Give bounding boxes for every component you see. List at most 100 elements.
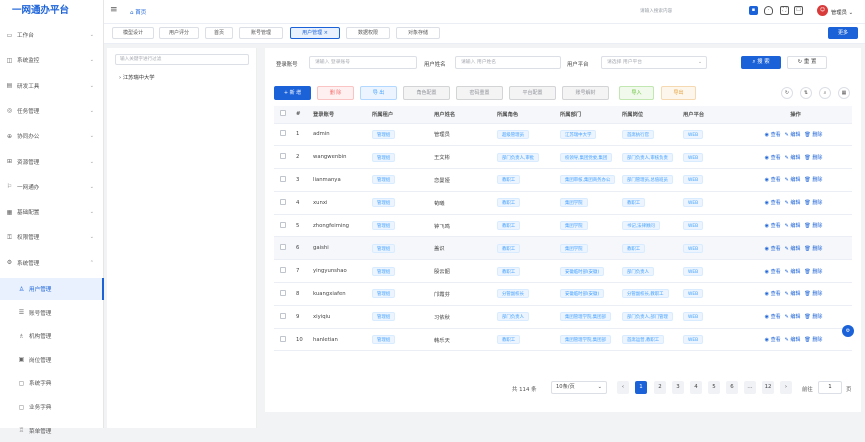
edit-button[interactable]: ✎ 编辑: [785, 177, 801, 183]
sidebar-item-2[interactable]: ▤ 研发工具 ⌄: [0, 75, 104, 97]
sidebar-subitem-6[interactable]: ♖ 菜单管理: [0, 420, 104, 442]
next-page-button[interactable]: ›: [780, 381, 792, 394]
table-row[interactable]: 6 gaishi 管理组 盖识 教职工 集团学院 教职工 WEB ◉ 查看 ✎ 编辑 🗑 删除: [274, 236, 852, 261]
view-button[interactable]: ◉ 查看: [765, 246, 781, 252]
page-6[interactable]: 6: [726, 381, 738, 394]
table-row[interactable]: 7 yingyunshao 管理组 殷云韶 教职工 安徽临时部(安徽) 部门负责人 WEB ◉ …: [274, 259, 852, 284]
tab-home[interactable]: 首页: [205, 27, 233, 39]
sidebar-item-1[interactable]: ◫ 系统监控 ⌄: [0, 49, 104, 71]
view-button[interactable]: ◉ 查看: [765, 155, 781, 161]
menu-toggle-icon[interactable]: ≡: [110, 5, 118, 15]
sidebar-item-9[interactable]: ⚙ 系统管理 ⌃: [0, 252, 104, 274]
sidebar-subitem-5[interactable]: ▢ 业务字典: [0, 396, 104, 418]
view-button[interactable]: ◉ 查看: [765, 269, 781, 275]
sidebar-subitem-3[interactable]: ▣ 岗位管理: [0, 349, 104, 371]
delete-row-button[interactable]: 🗑 删除: [804, 200, 822, 206]
search-button[interactable]: ⌕ 搜 索: [741, 56, 781, 69]
delete-row-button[interactable]: 🗑 删除: [804, 177, 822, 183]
view-button[interactable]: ◉ 查看: [765, 200, 781, 206]
edit-button[interactable]: ✎ 编辑: [785, 132, 801, 138]
tree-node-root[interactable]: › 江苏瑞中大学: [119, 73, 155, 81]
fullscreen-icon[interactable]: ⛶: [780, 6, 789, 15]
refresh-icon[interactable]: ↻: [781, 87, 793, 99]
settings-float-icon[interactable]: ⚙: [842, 325, 854, 337]
table-row[interactable]: 3 lianmanya 管理组 恋曼娅 教职工 集团审核,集团商务办公 部门管理员,总值班员…: [274, 168, 852, 192]
table-row[interactable]: 4 xunxi 管理组 荀曦 教职工 集团学院 教职工 WEB ◉ 查看 ✎ 编辑 🗑 删除: [274, 191, 852, 215]
tab-data-permission[interactable]: 数据权限: [346, 27, 390, 39]
row-checkbox[interactable]: [274, 305, 296, 329]
sidebar-item-5[interactable]: ⊞ 资源管理 ⌄: [0, 151, 104, 173]
tab-object-storage[interactable]: 对象存储: [396, 27, 440, 39]
page-3[interactable]: 3: [672, 381, 684, 394]
sidebar-subitem-0[interactable]: ♙ 用户管理: [0, 278, 104, 300]
delete-row-button[interactable]: 🗑 删除: [804, 246, 822, 252]
breadcrumb-home[interactable]: ⌂ 首页: [130, 8, 146, 16]
goto-page-input[interactable]: 1: [818, 381, 842, 394]
delete-row-button[interactable]: 🗑 删除: [804, 155, 822, 161]
view-button[interactable]: ◉ 查看: [765, 177, 781, 183]
platform-config-button[interactable]: 平台配置: [509, 86, 556, 100]
view-button[interactable]: ◉ 查看: [765, 223, 781, 229]
avatar[interactable]: ☺: [817, 5, 828, 16]
table-row[interactable]: 9 xiyiqiu 管理组 习依秋 部门负责人 集团管理学院,集团部 部门负责人,部门管理 W…: [274, 305, 852, 329]
sidebar-subitem-2[interactable]: ♗ 机构管理: [0, 325, 104, 347]
page-size-select[interactable]: 10条/页 ⌄: [551, 381, 607, 394]
row-checkbox[interactable]: [274, 259, 296, 284]
view-button[interactable]: ◉ 查看: [765, 337, 781, 343]
columns-icon[interactable]: ⇅: [800, 87, 812, 99]
message-icon[interactable]: ☐: [794, 6, 803, 15]
row-checkbox[interactable]: [274, 191, 296, 215]
select-all-checkbox[interactable]: [274, 106, 296, 124]
sidebar-item-8[interactable]: ⚿ 权限管理 ⌄: [0, 226, 104, 248]
page-5[interactable]: 5: [708, 381, 720, 394]
name-filter-input[interactable]: 请输入 用户姓名: [455, 56, 561, 69]
delete-row-button[interactable]: 🗑 删除: [804, 223, 822, 229]
tab-user-management[interactable]: 用户管理 ×: [290, 27, 340, 39]
prev-page-button[interactable]: ‹: [617, 381, 629, 394]
table-row[interactable]: 5 zhongfeiming 管理组 钟飞鸣 教职工 集团学院 书记,法律顾问 WEB ◉ 查看…: [274, 214, 852, 238]
table-row[interactable]: 1 admin 管理组 管理员 超级管理员 江苏瑞中大学 首席执行官 WEB ◉ 查看 ✎ 编辑 🗑…: [274, 123, 852, 147]
grid-icon[interactable]: ▦: [838, 87, 850, 99]
row-checkbox[interactable]: [274, 123, 296, 147]
row-checkbox[interactable]: [274, 145, 296, 170]
view-button[interactable]: ◉ 查看: [765, 291, 781, 297]
add-button[interactable]: + 新 增: [274, 86, 311, 100]
edit-button[interactable]: ✎ 编辑: [785, 314, 801, 320]
view-button[interactable]: ◉ 查看: [765, 132, 781, 138]
more-tabs-button[interactable]: 更多: [828, 27, 858, 39]
tab-account-management[interactable]: 账号管理: [239, 27, 283, 39]
sidebar-subitem-4[interactable]: ▢ 系统字典: [0, 372, 104, 394]
page-ellipsis[interactable]: …: [744, 381, 756, 394]
delete-row-button[interactable]: 🗑 删除: [804, 291, 822, 297]
edit-button[interactable]: ✎ 编辑: [785, 337, 801, 343]
export-button[interactable]: 导 出: [360, 86, 397, 100]
delete-row-button[interactable]: 🗑 删除: [804, 337, 822, 343]
search-toggle-icon[interactable]: ⌕: [819, 87, 831, 99]
sidebar-subitem-1[interactable]: ☰ 账号管理: [0, 302, 104, 324]
row-checkbox[interactable]: [274, 236, 296, 261]
row-checkbox[interactable]: [274, 214, 296, 238]
sidebar-item-7[interactable]: ▦ 基础配置 ⌄: [0, 201, 104, 223]
delete-row-button[interactable]: 🗑 删除: [804, 314, 822, 320]
platform-filter-select[interactable]: 请选择 用户平台 ⌄: [601, 56, 707, 69]
tab-model-design[interactable]: 模型设计: [112, 27, 154, 39]
page-4[interactable]: 4: [690, 381, 702, 394]
edit-button[interactable]: ✎ 编辑: [785, 246, 801, 252]
page-1[interactable]: 1: [635, 381, 647, 394]
sidebar-item-6[interactable]: ⚐ 一网通办 ⌄: [0, 176, 104, 198]
sidebar-item-4[interactable]: ⊕ 协同办公 ⌄: [0, 125, 104, 147]
role-config-button[interactable]: 角色配置: [403, 86, 450, 100]
account-filter-input[interactable]: 请输入 登录账号: [309, 56, 417, 69]
edit-button[interactable]: ✎ 编辑: [785, 269, 801, 275]
row-checkbox[interactable]: [274, 282, 296, 306]
table-row[interactable]: 8 kuangxiafen 管理组 邝霞芬 分管副校长 安徽临时部(安徽) 分管副校长,教职…: [274, 282, 852, 306]
tab-user-rating[interactable]: 用户评分: [159, 27, 199, 39]
lock-icon[interactable]: ·: [764, 6, 773, 15]
page-2[interactable]: 2: [654, 381, 666, 394]
password-reset-button[interactable]: 密码重置: [456, 86, 503, 100]
export-file-button[interactable]: 导出: [661, 86, 696, 100]
row-checkbox[interactable]: [274, 328, 296, 352]
user-name[interactable]: 管理员 ⌄: [831, 8, 853, 16]
sidebar-item-3[interactable]: ◎ 任务管理 ⌄: [0, 100, 104, 122]
account-unlock-button[interactable]: 账号解封: [562, 86, 609, 100]
